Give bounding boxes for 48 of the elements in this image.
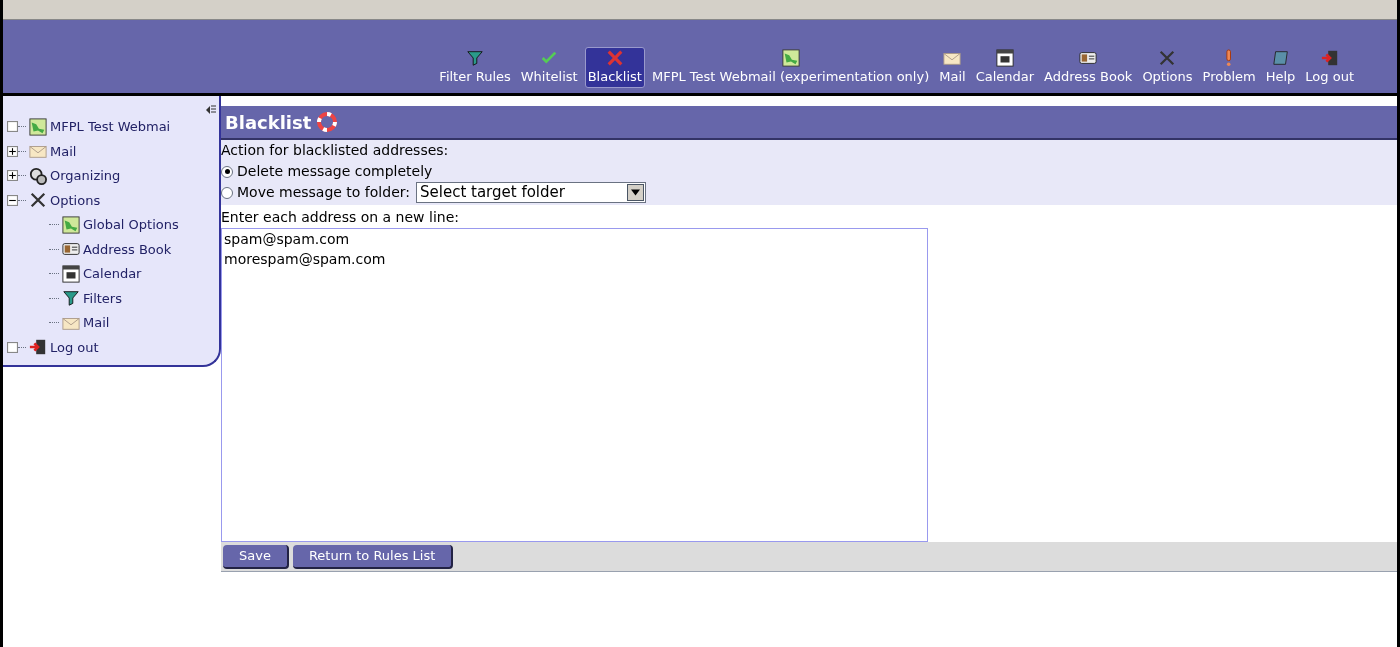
toolbar-button[interactable]: Filter Rules	[436, 46, 514, 88]
toolbar-button[interactable]: Calendar	[972, 46, 1038, 88]
tree-expander-icon[interactable]	[7, 145, 18, 157]
radio-label[interactable]: Delete message completely	[237, 161, 433, 182]
exit-door-icon	[1320, 48, 1339, 67]
tree-item[interactable]: Calendar	[83, 264, 142, 284]
tree-item[interactable]: Address Book	[83, 239, 172, 259]
tree-item[interactable]: Filters	[83, 288, 122, 308]
tree-item[interactable]: Mail	[83, 313, 110, 333]
exclamation-icon	[1226, 48, 1232, 67]
funnel-icon	[62, 289, 80, 308]
radio-label[interactable]: Move message to folder:	[237, 182, 410, 203]
form-button[interactable]: Return to Rules List	[292, 544, 454, 569]
toolbar-button[interactable]: Help	[1262, 46, 1299, 88]
exit-door-icon	[29, 338, 47, 357]
tree-item[interactable]: MFPL Test Webmai	[50, 117, 171, 137]
toolbar-button[interactable]: MFPL Test Webmail (experimentation only)	[648, 46, 933, 88]
tree-item[interactable]: Mail	[50, 141, 77, 161]
calendar-icon	[995, 48, 1014, 67]
map-icon	[62, 215, 80, 234]
tree-item[interactable]: Global Options	[83, 215, 179, 235]
calendar-icon	[62, 264, 80, 283]
tree-item[interactable]: Options	[50, 190, 101, 210]
funnel-icon	[466, 48, 485, 67]
toolbar-button[interactable]: Mail	[936, 46, 969, 88]
collapse-panel-icon[interactable]	[205, 104, 217, 116]
tree-item[interactable]: Organizing	[50, 166, 121, 186]
address-list-field[interactable]: spam@spam.com morespam@spam.com	[221, 228, 928, 542]
lifebuoy-icon	[317, 112, 338, 132]
cross-icon	[605, 48, 624, 67]
map-icon	[29, 117, 47, 136]
toolbar-button[interactable]: Options	[1139, 46, 1196, 88]
toolbar-button[interactable]: Problem	[1199, 46, 1259, 88]
form-button[interactable]: Save	[223, 544, 289, 569]
tree-item[interactable]: Log out	[50, 337, 99, 357]
page-title: Blacklist	[225, 110, 312, 135]
toolbar-button[interactable]: Address Book	[1041, 46, 1136, 88]
field-label: Enter each address on a new line:	[221, 208, 460, 227]
field-label: Action for blacklisted addresses:	[221, 141, 450, 160]
toolbar-button[interactable]: Whitelist	[517, 46, 581, 88]
tree-expander-icon[interactable]	[7, 194, 18, 206]
radio-button[interactable]	[221, 186, 233, 199]
toolbar-button[interactable]: Log out	[1302, 46, 1357, 88]
map-icon	[781, 48, 800, 67]
tree-expander-icon[interactable]	[7, 170, 18, 182]
folder-dropdown[interactable]: Select target folder	[416, 182, 646, 203]
radio-button[interactable]	[221, 165, 233, 178]
toolbar-button[interactable]: Blacklist	[584, 46, 645, 88]
